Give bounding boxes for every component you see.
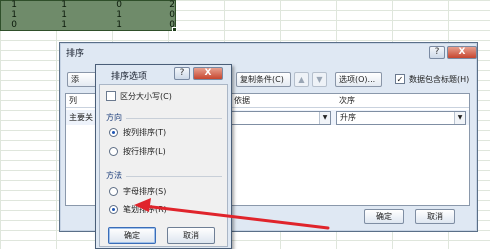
sort-top-to-bottom-radio[interactable] — [109, 128, 118, 137]
divider — [126, 118, 222, 119]
ok-button[interactable]: 确定 — [108, 227, 156, 244]
selected-cells: 1 1 0 2 1 1 1 0 0 1 1 0 — [0, 0, 176, 31]
copy-level-button[interactable]: 复制条件(C) — [236, 72, 291, 87]
header-checkbox-label: 数据包含标题(H) — [409, 75, 470, 84]
stroke-sort-label: 笔划排序(R) — [123, 205, 167, 214]
cell[interactable]: 2 — [161, 0, 175, 10]
cell[interactable]: 1 — [108, 20, 122, 30]
sort-dialog-title: 排序 — [66, 49, 85, 59]
sort-left-to-right-radio[interactable] — [109, 147, 118, 156]
cell[interactable]: 1 — [53, 10, 67, 20]
sort-options-dialog: 排序选项 ? X 区分大小写(C) 方向 按列排序(T) 按行排序(L) 方法 … — [95, 64, 232, 249]
sort-options-title: 排序选项 — [111, 72, 148, 82]
cell[interactable]: 0 — [3, 20, 17, 30]
order-value: 升序 — [340, 113, 356, 122]
close-button[interactable]: X — [193, 67, 223, 80]
sort-on-header: 依据 — [231, 94, 336, 108]
cell[interactable]: 1 — [53, 20, 67, 30]
help-button[interactable]: ? — [429, 46, 445, 59]
cell[interactable]: 1 — [53, 0, 67, 10]
move-down-icon[interactable]: ▼ — [312, 72, 327, 87]
cell[interactable]: 0 — [161, 10, 175, 20]
stroke-sort-radio[interactable] — [109, 205, 118, 214]
order-header: 次序 — [336, 94, 469, 108]
letter-sort-label: 字母排序(S) — [123, 187, 167, 196]
cancel-button[interactable]: 取消 — [167, 227, 215, 244]
move-up-icon[interactable]: ▲ — [294, 72, 309, 87]
orientation-group-label: 方向 — [106, 113, 122, 122]
close-button[interactable]: X — [447, 46, 477, 59]
help-button[interactable]: ? — [174, 67, 190, 80]
cell[interactable]: 1 — [3, 0, 17, 10]
sort-options-body: 区分大小写(C) 方向 按列排序(T) 按行排序(L) 方法 字母排序(S) 笔… — [99, 84, 228, 247]
ok-button[interactable]: 确定 — [364, 209, 404, 224]
options-button[interactable]: 选项(O)... — [335, 72, 382, 87]
cell[interactable]: 0 — [108, 0, 122, 10]
chevron-down-icon[interactable]: ▼ — [319, 112, 330, 124]
order-select[interactable]: 升序 ▼ — [336, 111, 466, 125]
sort-on-select[interactable]: ▼ — [231, 111, 331, 125]
letter-sort-radio[interactable] — [109, 187, 118, 196]
method-group-label: 方法 — [106, 171, 122, 180]
cell[interactable]: 1 — [3, 10, 17, 20]
cancel-button[interactable]: 取消 — [415, 209, 455, 224]
case-sensitive-checkbox[interactable] — [106, 91, 116, 101]
sort-key-label: 主要关 — [69, 113, 93, 122]
cell[interactable]: 1 — [108, 10, 122, 20]
divider — [126, 176, 222, 177]
sort-left-to-right-label: 按行排序(L) — [123, 147, 166, 156]
fill-handle[interactable] — [172, 27, 177, 32]
case-sensitive-label: 区分大小写(C) — [120, 92, 172, 101]
header-checkbox[interactable]: ✓ — [395, 74, 405, 84]
sort-top-to-bottom-label: 按列排序(T) — [123, 128, 167, 137]
chevron-down-icon[interactable]: ▼ — [454, 112, 465, 124]
